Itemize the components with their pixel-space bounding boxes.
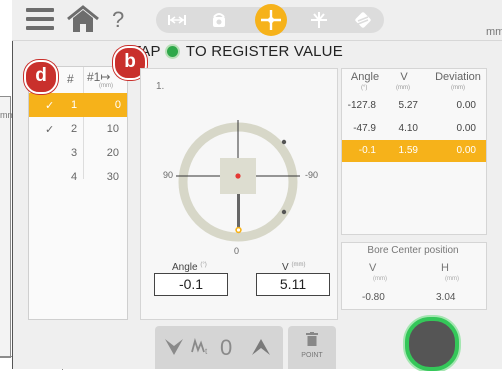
callout-badge-d: d bbox=[24, 60, 58, 94]
row-value: 10 bbox=[106, 123, 119, 135]
angle-unit: (°) bbox=[200, 262, 207, 268]
header-v: V bbox=[400, 71, 408, 83]
header-deviation-unit: (mm) bbox=[451, 85, 465, 91]
bore-h-unit: (mm) bbox=[445, 276, 459, 282]
bore-center-title: Bore Center position bbox=[367, 245, 459, 256]
cell-v: 4.10 bbox=[398, 123, 418, 134]
table-row[interactable]: -47.9 4.10 0.00 bbox=[342, 118, 486, 140]
top-bar: ? mm bbox=[12, 0, 502, 41]
green-dot-icon bbox=[166, 46, 178, 57]
header-reference: #1↦ bbox=[87, 70, 111, 84]
crosshair-icon[interactable] bbox=[254, 7, 288, 33]
position-dial bbox=[172, 116, 304, 244]
bore-v-label: V bbox=[369, 262, 377, 274]
row-value: 30 bbox=[106, 171, 119, 183]
v-value-field: 5.11 bbox=[256, 273, 330, 296]
v-unit: (mm) bbox=[291, 262, 306, 268]
angle-label-text: Angle bbox=[172, 262, 198, 273]
unit-label: mm bbox=[486, 26, 502, 38]
sensor-icon[interactable] bbox=[202, 7, 236, 33]
point-label: POINT bbox=[301, 352, 323, 359]
table-row[interactable]: -0.1 1.59 0.00 bbox=[342, 140, 486, 162]
cell-v: 5.27 bbox=[398, 100, 418, 111]
mode-selector bbox=[156, 4, 384, 36]
table-row[interactable]: ✓ 2 10 bbox=[29, 117, 127, 141]
home-icon[interactable] bbox=[66, 5, 100, 33]
header-angle-unit: (°) bbox=[361, 85, 368, 91]
table-row[interactable]: 4 30 bbox=[29, 165, 127, 189]
row-number: 3 bbox=[71, 147, 78, 159]
v-field-label: V (mm) bbox=[282, 262, 305, 273]
bore-v-value: -0.80 bbox=[362, 292, 385, 303]
row-number: 4 bbox=[71, 171, 78, 183]
instruction-suffix: TO REGISTER VALUE bbox=[185, 43, 343, 60]
row-number: 2 bbox=[71, 123, 78, 135]
header-deviation: Deviation bbox=[435, 71, 481, 83]
bore-h-label: H bbox=[441, 262, 449, 274]
check-icon: ✓ bbox=[45, 124, 55, 136]
check-icon: ✓ bbox=[45, 100, 55, 112]
header-number: # bbox=[67, 72, 74, 86]
header-angle: Angle bbox=[350, 71, 380, 83]
adjustment-controls: t 0 bbox=[155, 326, 283, 369]
cell-angle: -127.8 bbox=[347, 100, 376, 111]
trash-icon bbox=[306, 332, 318, 351]
angle-field-label: Angle (°) bbox=[172, 262, 207, 273]
level-icon[interactable] bbox=[302, 7, 336, 33]
header-unit: (mm) bbox=[99, 83, 113, 89]
angle-label-bottom: 0 bbox=[234, 246, 240, 256]
help-button[interactable]: ? bbox=[112, 7, 124, 33]
cell-angle: -47.9 bbox=[353, 123, 376, 134]
signal-filter-icon[interactable]: t bbox=[191, 337, 211, 361]
range-icon[interactable] bbox=[160, 7, 194, 33]
background-window bbox=[0, 96, 11, 358]
angle-label-left: 90 bbox=[163, 170, 174, 180]
laser-icon[interactable] bbox=[346, 7, 380, 33]
table-row[interactable]: -127.8 5.27 0.00 bbox=[342, 95, 486, 117]
header-v-unit: (mm) bbox=[396, 85, 410, 91]
cell-deviation: 0.00 bbox=[456, 100, 476, 111]
bore-h-value: 3.04 bbox=[436, 292, 456, 303]
row-number: 1 bbox=[71, 99, 78, 111]
menu-icon[interactable] bbox=[26, 8, 54, 30]
cell-angle: -0.1 bbox=[358, 145, 376, 156]
cell-deviation: 0.00 bbox=[456, 123, 476, 134]
readings-table: Angle (°) V (mm) Deviation (mm) -127.8 5… bbox=[341, 68, 487, 235]
chevron-up-icon[interactable] bbox=[251, 337, 271, 362]
instruction-text: TAP TO REGISTER VALUE bbox=[132, 43, 343, 60]
register-value-button[interactable] bbox=[405, 317, 459, 371]
angle-label-right: -90 bbox=[305, 170, 319, 180]
cell-v: 1.59 bbox=[398, 145, 418, 156]
row-value: 0 bbox=[114, 99, 121, 111]
row-value: 20 bbox=[106, 147, 119, 159]
v-label-text: V bbox=[282, 262, 289, 273]
cell-deviation: 0.00 bbox=[456, 145, 476, 156]
table-row[interactable]: 3 20 bbox=[29, 141, 127, 165]
point-number: 1. bbox=[156, 81, 165, 92]
point-table: # #1↦ (mm) ✓ 1 0 ✓ 2 10 3 20 4 30 bbox=[28, 66, 128, 320]
delete-point-button[interactable] bbox=[288, 326, 336, 369]
row-value-cell[interactable]: 0 bbox=[84, 93, 127, 117]
angle-value-field: -0.1 bbox=[154, 273, 228, 296]
zero-button[interactable]: 0 bbox=[220, 335, 232, 361]
svg-text:t: t bbox=[205, 347, 208, 356]
bore-v-unit: (mm) bbox=[373, 276, 387, 282]
chevron-down-icon[interactable] bbox=[164, 337, 184, 362]
